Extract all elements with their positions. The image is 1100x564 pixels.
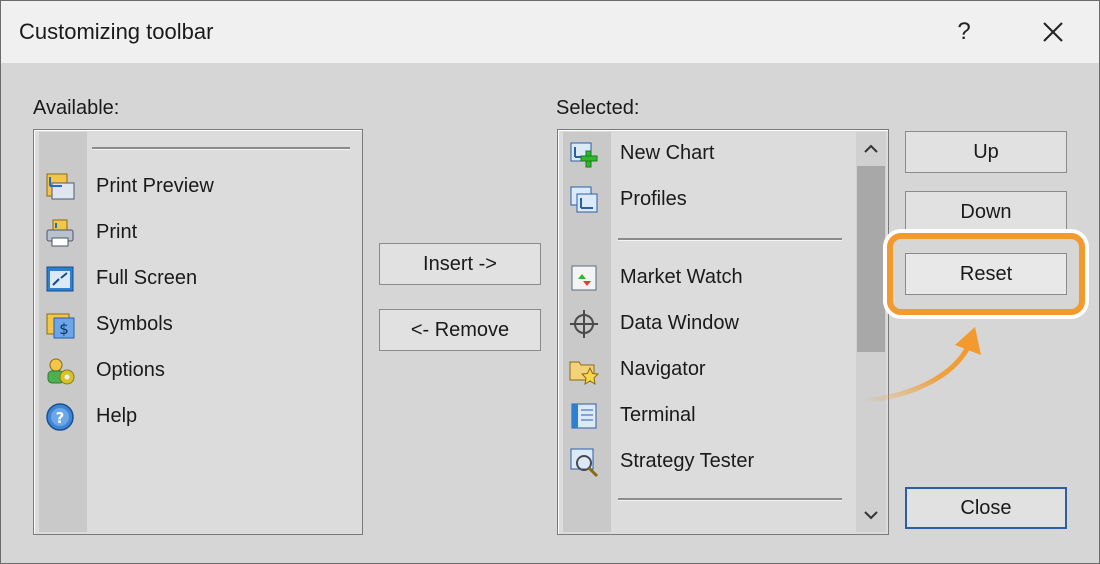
selected-item-profiles[interactable]: Profiles [564, 180, 848, 220]
dialog-title: Customizing toolbar [19, 19, 214, 44]
available-item-help[interactable]: ? Help [40, 397, 356, 437]
list-item-label: Profiles [620, 188, 687, 210]
profiles-icon [570, 186, 598, 213]
svg-text:$: $ [59, 320, 69, 338]
chevron-up-icon [864, 144, 878, 153]
close-icon[interactable] [1037, 15, 1069, 49]
annotation-arrow-icon [858, 327, 981, 404]
selected-item-strategy-tester[interactable]: Strategy Tester [564, 442, 848, 482]
remove-button[interactable]: <- Remove [379, 309, 541, 351]
close-button[interactable]: Close [905, 487, 1067, 529]
list-item-label: Terminal [620, 404, 696, 426]
navigator-icon [569, 361, 600, 385]
available-label: Available: [33, 97, 120, 119]
selected-item-data-window[interactable]: Data Window [564, 304, 848, 344]
list-item-label: Print Preview [96, 175, 214, 197]
available-item-symbols[interactable]: $ Symbols [40, 305, 356, 345]
available-item-full-screen[interactable]: Full Screen [40, 259, 356, 299]
terminal-icon [571, 403, 597, 429]
new-chart-icon [570, 142, 598, 168]
selected-list[interactable]: New Chart Profiles Market Watch Data Win… [557, 129, 889, 535]
available-item-print[interactable]: Print [40, 213, 356, 253]
chevron-down-icon [864, 511, 878, 520]
options-icon [47, 358, 75, 385]
separator [618, 498, 842, 501]
print-preview-icon [46, 173, 75, 200]
list-item-label: Options [96, 359, 165, 381]
printer-icon [46, 219, 74, 247]
reset-highlight-frame [887, 233, 1085, 315]
svg-text:?: ? [56, 409, 65, 427]
list-item-label: New Chart [620, 142, 715, 164]
help-button[interactable]: ? [949, 15, 979, 49]
help-icon: ? [46, 403, 74, 431]
list-item-label: Strategy Tester [620, 450, 755, 472]
scroll-up-button[interactable] [856, 134, 886, 164]
separator [618, 238, 842, 241]
selected-item-terminal[interactable]: Terminal [564, 396, 848, 436]
down-button[interactable]: Down [905, 191, 1067, 233]
separator [92, 147, 350, 150]
selected-item-market-watch[interactable]: Market Watch [564, 258, 848, 298]
list-item-label: Data Window [620, 312, 739, 334]
market-watch-icon [571, 265, 597, 291]
list-item-label: Help [96, 405, 138, 427]
selected-item-new-chart[interactable]: New Chart [564, 134, 848, 174]
data-window-icon [570, 310, 598, 338]
full-screen-icon [46, 266, 74, 292]
selected-label: Selected: [556, 97, 640, 119]
strategy-tester-icon [570, 448, 599, 478]
available-item-print-preview[interactable]: Print Preview [40, 167, 356, 207]
list-item-label: Full Screen [96, 267, 198, 289]
up-button[interactable]: Up [905, 131, 1067, 173]
list-item-label: Market Watch [620, 266, 743, 288]
selected-item-navigator[interactable]: Navigator [564, 350, 848, 390]
symbols-icon: $ [46, 313, 75, 339]
title-bar: Customizing toolbar ? [1, 1, 1099, 63]
list-item-label: Navigator [620, 358, 706, 380]
list-item-label: Print [96, 221, 138, 243]
available-item-options[interactable]: Options [40, 351, 356, 391]
scroll-down-button[interactable] [856, 500, 886, 530]
customizing-toolbar-dialog: Customizing toolbar ? Available: Selecte… [0, 0, 1100, 564]
insert-button[interactable]: Insert -> [379, 243, 541, 285]
list-item-label: Symbols [96, 313, 173, 335]
available-list[interactable]: Print Preview Print Full Screen $ Symbol… [33, 129, 363, 535]
